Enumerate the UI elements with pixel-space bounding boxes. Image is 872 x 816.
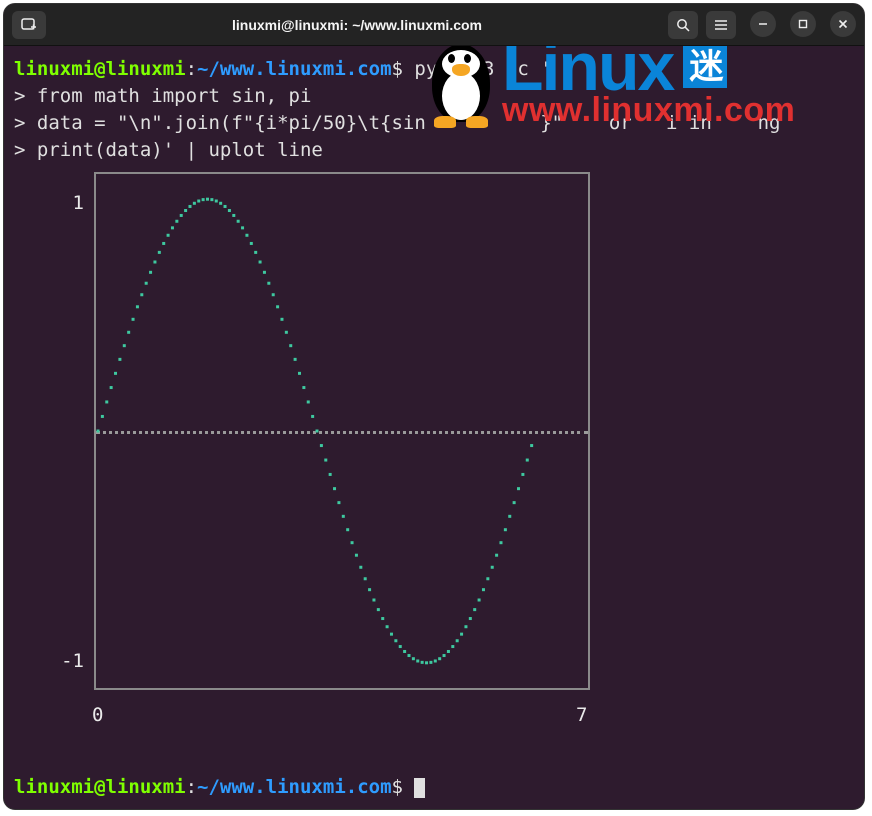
prompt-sep-2: :: [186, 776, 197, 798]
search-button[interactable]: [668, 11, 698, 39]
close-button[interactable]: [830, 11, 856, 37]
terminal-body[interactable]: Linux 迷 www.linuxmi.com linuxmi@linuxmi:…: [4, 46, 864, 809]
ytick-bottom: -1: [24, 648, 84, 675]
watermark-linux-word: Linux: [502, 46, 673, 96]
plot-area: 1 -1 0 7: [14, 168, 594, 728]
maximize-button[interactable]: [790, 11, 816, 37]
minimize-button[interactable]: [750, 11, 776, 37]
watermark-linux: Linux 迷: [502, 46, 795, 96]
titlebar: linuxmi@linuxmi: ~/www.linuxmi.com: [4, 4, 864, 46]
watermark-mi-char: 迷: [683, 46, 727, 88]
window-title: linuxmi@linuxmi: ~/www.linuxmi.com: [54, 17, 660, 33]
prompt-sep: :: [186, 58, 197, 80]
menu-button[interactable]: [706, 11, 736, 39]
close-icon: [838, 19, 848, 29]
watermark: Linux 迷 www.linuxmi.com: [424, 46, 795, 128]
command-cont-2a: > data = "\n".join(f"{i*pi/50}\t{sin: [14, 112, 426, 134]
watermark-url: www.linuxmi.com: [502, 94, 795, 126]
prompt-symbol: $: [392, 58, 403, 80]
search-icon: [676, 18, 690, 32]
terminal-window: linuxmi@linuxmi: ~/www.linuxmi.com: [3, 3, 865, 810]
maximize-icon: [798, 19, 808, 29]
new-tab-button[interactable]: [12, 11, 46, 39]
xtick-right: 7: [576, 702, 587, 729]
watermark-text: Linux 迷 www.linuxmi.com: [502, 46, 795, 126]
tux-icon: [424, 46, 500, 128]
new-tab-icon: [21, 18, 37, 32]
ytick-top: 1: [24, 190, 84, 217]
prompt-symbol-2: $: [392, 776, 403, 798]
prompt-path: ~/www.linuxmi.com: [197, 58, 391, 80]
menu-icon: [714, 19, 728, 31]
minimize-icon: [758, 19, 768, 29]
prompt-user-2: linuxmi@linuxmi: [14, 776, 186, 798]
prompt-path-2: ~/www.linuxmi.com: [197, 776, 391, 798]
xtick-left: 0: [92, 702, 103, 729]
sine-curve: [94, 172, 590, 690]
prompt-user: linuxmi@linuxmi: [14, 58, 186, 80]
cursor: [414, 778, 425, 798]
prompt-line-2: linuxmi@linuxmi:~/www.linuxmi.com$: [14, 774, 425, 801]
titlebar-right-controls: [668, 11, 856, 39]
command-cont-3: > print(data)' | uplot line: [14, 137, 864, 164]
